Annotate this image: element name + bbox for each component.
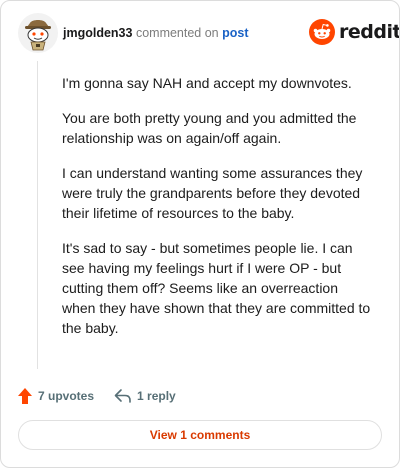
commented-on-text: commented on (135, 26, 219, 40)
reply-button[interactable]: 1 reply (114, 388, 176, 404)
reply-count: 1 reply (137, 389, 176, 403)
reply-arrow-icon (114, 389, 131, 403)
comment-header: jmgolden33 commented on post reddit (1, 1, 400, 67)
user-avatar[interactable] (18, 13, 58, 53)
comment-paragraph: You are both pretty young and you admitt… (62, 110, 357, 146)
upvote-arrow-icon (18, 388, 32, 404)
view-comments-button[interactable]: View 1 comments (18, 420, 382, 450)
reddit-wordmark: reddit (339, 21, 400, 43)
comment-paragraph: I can understand wanting some assurances… (62, 165, 363, 221)
comment-paragraph: I'm gonna say NAH and accept my downvote… (62, 75, 352, 91)
upvote-button[interactable]: 7 upvotes (17, 387, 94, 405)
post-link[interactable]: post (222, 26, 248, 40)
reddit-logo[interactable]: reddit (309, 19, 400, 45)
thread-line (37, 61, 38, 369)
comment-paragraph: It's sad to say - but sometimes people l… (62, 240, 371, 336)
upvote-count: 7 upvotes (38, 389, 95, 403)
comment-actions: 7 upvotes 1 reply (17, 384, 176, 408)
author-line: jmgolden33 commented on post (63, 26, 249, 40)
snoo-avatar-icon (25, 20, 51, 51)
comment-embed-card: jmgolden33 commented on post reddit I'm … (0, 0, 400, 468)
comment-body: I'm gonna say NAH and accept my downvote… (62, 73, 372, 353)
reddit-snoo-icon (309, 19, 335, 45)
author-link[interactable]: jmgolden33 (63, 26, 132, 40)
